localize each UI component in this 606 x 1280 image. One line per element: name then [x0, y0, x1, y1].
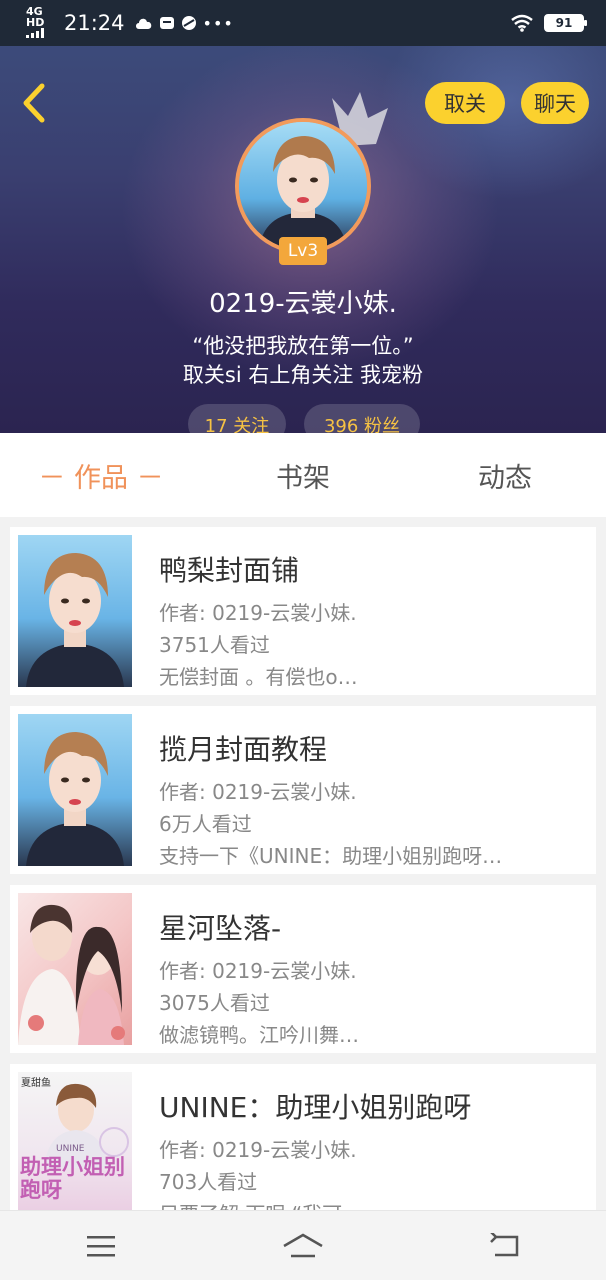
work-author: 作者: 0219-云裳小妹. — [159, 780, 357, 804]
menu-icon — [87, 1235, 115, 1256]
following-count[interactable]: 17 关注 — [188, 404, 286, 434]
work-title: UNINE：助理小姐别跑呀 — [159, 1091, 472, 1124]
browser-icon — [181, 16, 196, 30]
unfollow-button[interactable]: 取关 — [425, 82, 505, 124]
work-card[interactable]: 鸭梨封面铺 作者: 0219-云裳小妹. 3751人看过 无偿封面 。有偿也o… — [10, 527, 596, 695]
battery-icon: 91 — [544, 14, 587, 32]
tab-activity[interactable]: 动态 — [404, 456, 606, 495]
profile-tabs: － 作品 － 书架 动态 — [0, 433, 606, 517]
bio-line-2: 取关si 右上角关注 我宠粉 — [182, 363, 424, 387]
work-cover — [18, 893, 132, 1045]
works-list: 鸭梨封面铺 作者: 0219-云裳小妹. 3751人看过 无偿封面 。有偿也o…… — [0, 517, 606, 1210]
nav-home-button[interactable] — [273, 1221, 333, 1271]
cover-couple — [18, 904, 125, 1045]
signal-icon — [26, 27, 44, 38]
back-button[interactable] — [14, 80, 54, 126]
clock: 21:24 — [64, 11, 125, 35]
avatar[interactable] — [235, 118, 371, 254]
tab-bookshelf[interactable]: 书架 — [202, 456, 404, 495]
work-views: 3075人看过 — [159, 991, 270, 1015]
status-bar: 4G HD 21:24 ••• 91 — [0, 0, 606, 46]
chat-button[interactable]: 聊天 — [521, 82, 589, 124]
work-description: 做滤镜鸭。江吟川舞… — [159, 1023, 359, 1047]
work-title: 星河坠落- — [159, 912, 282, 945]
cover-portrait — [26, 732, 124, 866]
app-icon — [159, 17, 174, 29]
wifi-icon — [511, 14, 533, 32]
network-label: 4G HD — [26, 4, 45, 29]
cover-corner-text: 夏甜鱼 — [21, 1078, 51, 1089]
home-icon — [283, 1233, 323, 1257]
work-title: 揽月封面教程 — [159, 733, 328, 766]
fans-count[interactable]: 396 粉丝 — [304, 404, 420, 434]
cover-title-text: 助理小姐别跑呀 — [20, 1155, 125, 1202]
work-views: 703人看过 — [159, 1170, 258, 1194]
cover-portrait — [26, 553, 124, 687]
notification-icons: ••• — [135, 14, 234, 33]
work-cover: 夏甜鱼 UNINE 助理小姐别跑呀 — [18, 1072, 132, 1210]
profile-header: 4G HD 21:24 ••• 91 取关 聊天 Lv3 0219-云裳小妹. … — [0, 0, 606, 434]
work-cover — [18, 714, 132, 866]
cover-brand-text: UNINE — [56, 1144, 85, 1154]
more-dots-icon: ••• — [202, 13, 234, 33]
work-views: 3751人看过 — [159, 633, 270, 657]
work-description: 支持一下《UNINE：助理小姐别跑呀… — [159, 844, 503, 868]
work-author: 作者: 0219-云裳小妹. — [159, 601, 357, 625]
work-author: 作者: 0219-云裳小妹. — [159, 959, 357, 983]
profile-bio: “他没把我放在第一位。” 取关si 右上角关注 我宠粉 — [0, 332, 606, 390]
bio-line-1: “他没把我放在第一位。” — [192, 334, 414, 358]
signal-indicator: 4G HD — [26, 6, 56, 41]
work-views: 6万人看过 — [159, 812, 252, 836]
level-badge: Lv3 — [279, 237, 327, 265]
back-icon — [490, 1232, 519, 1256]
system-nav-bar — [0, 1210, 606, 1280]
cloud-icon — [135, 18, 151, 29]
work-card[interactable]: 星河坠落- 作者: 0219-云裳小妹. 3075人看过 做滤镜鸭。江吟川舞… — [10, 885, 596, 1053]
work-title: 鸭梨封面铺 — [159, 554, 300, 587]
chevron-left-icon — [23, 83, 45, 123]
avatar-portrait — [239, 122, 367, 250]
profile-name: 0219-云裳小妹. — [209, 289, 397, 319]
work-description: 只要了解 下呢 “我可… — [159, 1198, 362, 1210]
work-cover — [18, 535, 132, 687]
tab-works[interactable]: － 作品 － — [0, 456, 202, 495]
nav-back-button[interactable] — [475, 1221, 535, 1271]
work-author: 作者: 0219-云裳小妹. — [159, 1138, 357, 1162]
nav-menu-button[interactable] — [71, 1221, 131, 1271]
work-description: 无偿封面 。有偿也o… — [159, 665, 358, 689]
work-card[interactable]: 揽月封面教程 作者: 0219-云裳小妹. 6万人看过 支持一下《UNINE：助… — [10, 706, 596, 874]
work-card[interactable]: 夏甜鱼 UNINE 助理小姐别跑呀 UNINE：助理小姐别跑呀 作者: 0219… — [10, 1064, 596, 1210]
